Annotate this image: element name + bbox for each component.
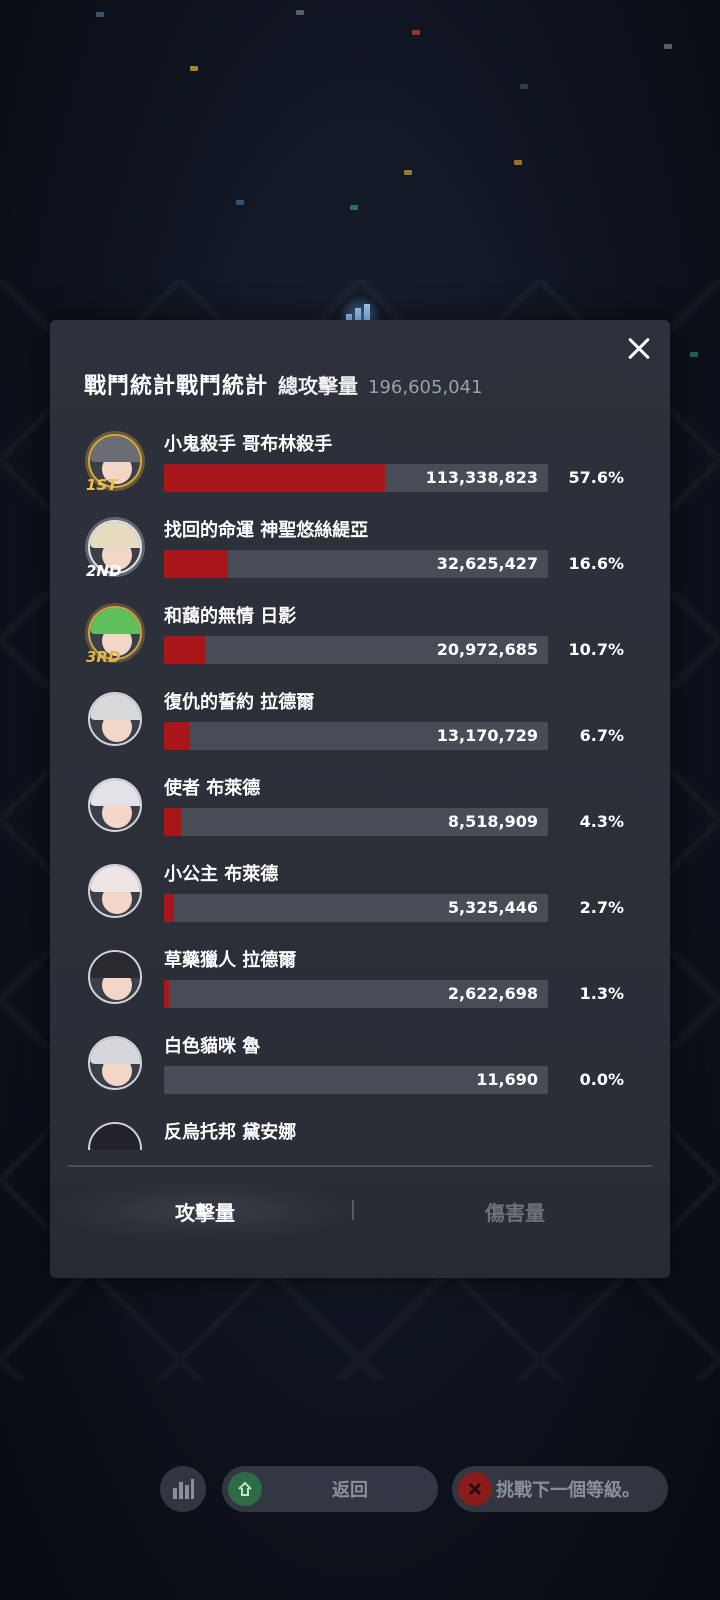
damage-bar: 20,972,685 [164,636,548,664]
damage-bar-fill [164,722,190,750]
damage-percent: 1.3% [579,984,624,1003]
rank-badge: 2ND [86,562,122,580]
damage-bar: 11,690 [164,1066,548,1094]
character-name: 草藥獵人 拉德爾 [164,950,297,971]
damage-list[interactable]: 1ST 小鬼殺手 哥布林殺手 113,338,823 57.6% 2ND 找回的命運 神聖… [50,430,670,1150]
character-name: 小鬼殺手 哥布林殺手 [164,434,333,455]
damage-value: 2,622,698 [447,984,538,1003]
avatar-hair [90,1124,140,1150]
battle-stats-panel: 戰鬥統計戰鬥統計 總攻擊量 196,605,041 1ST 小鬼殺手 哥布林殺手 1… [50,320,670,1278]
character-name: 和藹的無情 日影 [164,606,297,627]
character-avatar [88,778,142,832]
total-attack-label: 總攻擊量 [278,374,359,398]
bottom-bar: 返回 挑戰下一個等級。 [0,1466,720,1512]
character-name: 復仇的誓約 拉德爾 [164,692,315,713]
stats-tabs: 攻擊量 傷害量 [50,1180,670,1242]
damage-bar-fill [164,980,169,1008]
back-button-label: 返回 [332,1480,368,1501]
back-button[interactable]: 返回 [222,1466,438,1512]
damage-bar: 113,338,823 [164,464,548,492]
rank-badge: 3RD [86,648,121,666]
avatar-hair [90,952,140,978]
damage-bar: 13,170,729 [164,722,548,750]
character-name: 找回的命運 神聖悠絲緹亞 [164,520,369,541]
character-avatar [88,864,142,918]
damage-value: 13,170,729 [436,726,538,745]
avatar-hair [90,866,140,892]
damage-percent: 16.6% [568,554,624,573]
panel-divider [68,1165,652,1167]
list-item: 1ST 小鬼殺手 哥布林殺手 113,338,823 57.6% [50,430,670,518]
total-attack-value: 196,605,041 [368,377,483,398]
stats-button[interactable] [160,1466,206,1512]
character-name: 小公主 布萊德 [164,864,279,885]
list-item: 白色貓咪 魯 11,690 0.0% [50,1032,670,1120]
character-avatar [88,950,142,1004]
damage-bar: 8,518,909 [164,808,548,836]
damage-bar-fill [164,464,386,492]
damage-value: 11,690 [476,1070,538,1089]
avatar-hair [90,1038,140,1064]
tab-damage[interactable]: 傷害量 [360,1180,670,1242]
damage-value: 5,325,446 [447,898,538,917]
next-level-button[interactable]: 挑戰下一個等級。 [452,1466,668,1512]
list-item: 使者 布萊德 8,518,909 4.3% [50,774,670,862]
character-avatar [88,1122,142,1150]
damage-bar-fill [164,550,228,578]
list-item: 反烏托邦 黛安娜 [50,1118,670,1150]
damage-percent: 10.7% [568,640,624,659]
damage-percent: 0.0% [579,1070,624,1089]
damage-value: 8,518,909 [447,812,538,831]
tab-attack[interactable]: 攻擊量 [50,1180,360,1242]
avatar-hair [90,522,140,548]
rank-badge: 1ST [86,476,118,494]
damage-bar-fill [164,894,175,922]
panel-title: 戰鬥統計戰鬥統計 [84,374,269,399]
character-name: 白色貓咪 魯 [164,1036,261,1057]
avatar-hair [90,436,140,462]
panel-header: 戰鬥統計戰鬥統計 總攻擊量 196,605,041 [84,368,483,400]
blocked-icon [458,1472,492,1506]
damage-bar-fill [164,636,206,664]
character-avatar [88,1036,142,1090]
avatar-hair [90,780,140,806]
damage-bar: 2,622,698 [164,980,548,1008]
damage-bar-fill [164,808,181,836]
tab-separator [352,1200,354,1220]
list-item: 草藥獵人 拉德爾 2,622,698 1.3% [50,946,670,1034]
damage-percent: 6.7% [579,726,624,745]
list-item: 3RD 和藹的無情 日影 20,972,685 10.7% [50,602,670,690]
damage-percent: 4.3% [579,812,624,831]
damage-value: 20,972,685 [436,640,538,659]
avatar-hair [90,608,140,634]
return-icon [228,1472,262,1506]
list-item: 復仇的誓約 拉德爾 13,170,729 6.7% [50,688,670,776]
damage-percent: 57.6% [568,468,624,487]
damage-bar: 32,625,427 [164,550,548,578]
damage-value: 113,338,823 [425,468,538,487]
avatar-hair [90,694,140,720]
close-icon[interactable] [622,332,656,366]
character-avatar [88,692,142,746]
next-level-label: 挑戰下一個等級。 [496,1480,640,1501]
damage-bar: 5,325,446 [164,894,548,922]
bar-chart-icon [173,1479,194,1499]
damage-percent: 2.7% [579,898,624,917]
list-item: 2ND 找回的命運 神聖悠絲緹亞 32,625,427 16.6% [50,516,670,604]
list-item: 小公主 布萊德 5,325,446 2.7% [50,860,670,948]
character-name: 反烏托邦 黛安娜 [164,1122,297,1143]
damage-value: 32,625,427 [436,554,538,573]
character-name: 使者 布萊德 [164,778,261,799]
